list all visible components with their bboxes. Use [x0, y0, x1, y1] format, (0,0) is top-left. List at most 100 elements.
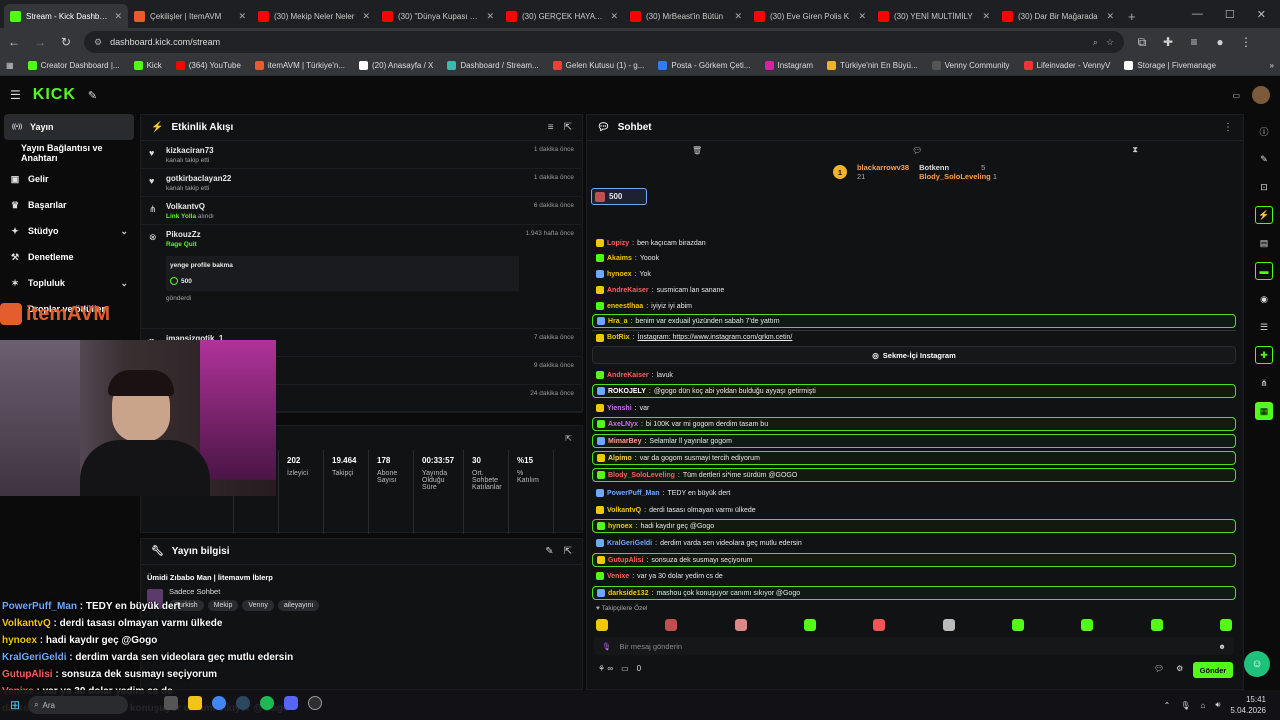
- tab-close-icon[interactable]: ✕: [982, 11, 990, 22]
- activity-event-user[interactable]: VolkantvQ: [166, 202, 527, 211]
- browser-tab[interactable]: (30) YENİ MULTİMİLY ✕: [872, 4, 996, 28]
- browser-tab[interactable]: Çekilişler | ItemAVM ✕: [128, 4, 252, 28]
- spotify-app-icon[interactable]: [260, 696, 274, 710]
- volume-icon[interactable]: 🔊︎: [1215, 700, 1220, 710]
- stream-tag[interactable]: Mekip: [207, 600, 239, 611]
- chat-menu-icon[interactable]: ⋮: [1223, 122, 1233, 133]
- activity-event-user[interactable]: PikouzZz: [166, 230, 519, 239]
- bookmark-item[interactable]: itemAVM | Türkiye'n...: [254, 61, 345, 70]
- popout-icon[interactable]: ⇱: [565, 434, 572, 443]
- trash-icon[interactable]: 🗑︎: [692, 146, 702, 155]
- chat-username[interactable]: AndreKaiser: [607, 372, 649, 379]
- emoji-icon[interactable]: ☻: [1218, 642, 1226, 651]
- chat-username[interactable]: PowerPuff_Man: [607, 490, 660, 497]
- popout-icon[interactable]: ⇱: [564, 546, 572, 557]
- info-icon[interactable]: ⓘ: [1255, 122, 1273, 140]
- chat-input[interactable]: 🎙︎ Bir mesaj gönderin ☻: [594, 637, 1234, 655]
- bookmark-item[interactable]: Türkiye'nin En Büyü...: [827, 61, 918, 70]
- tab-close-icon[interactable]: ✕: [114, 11, 122, 22]
- activity-event-user[interactable]: kizkaciran73: [166, 146, 527, 155]
- broadcast-icon[interactable]: ◉: [1255, 290, 1273, 308]
- chat-username[interactable]: GutupAlisi: [608, 557, 643, 564]
- browser-tab[interactable]: (30) Dar Bir Mağarada ✕: [996, 4, 1120, 28]
- tab-close-icon[interactable]: ✕: [610, 11, 618, 22]
- document-icon[interactable]: ▤: [1255, 234, 1273, 252]
- emote-icon[interactable]: [734, 619, 747, 631]
- reload-icon[interactable]: ↻: [58, 35, 74, 49]
- apps-grid-icon[interactable]: ▦: [6, 61, 14, 70]
- explorer-app-icon[interactable]: [188, 696, 202, 710]
- microphone-icon[interactable]: 🎙︎: [602, 642, 612, 651]
- user-avatar[interactable]: [1252, 86, 1270, 104]
- lightning-icon[interactable]: ⚡: [1255, 206, 1273, 224]
- chat-username[interactable]: eneestlhaa: [607, 303, 643, 310]
- points-icon[interactable]: ▭: [621, 664, 629, 673]
- sidebar-item[interactable]: Yayın Bağlantısı ve Anahtarı: [0, 140, 138, 166]
- browser-tab[interactable]: (30) GERÇEK HAYATTA ✕: [500, 4, 624, 28]
- support-chat-icon[interactable]: ☺: [1244, 651, 1270, 677]
- bookmark-item[interactable]: Gelen Kutusu (1) - g...: [552, 61, 644, 70]
- tab-close-icon[interactable]: ✕: [858, 11, 866, 22]
- popout-icon[interactable]: ⇱: [564, 122, 572, 133]
- zoom-icon[interactable]: ⌕: [1093, 37, 1098, 48]
- chat-username[interactable]: Akaims: [607, 255, 632, 262]
- steam-app-icon[interactable]: [236, 696, 250, 710]
- stream-tag[interactable]: Venny: [242, 600, 274, 611]
- chat-username[interactable]: KralGeriGeldi: [607, 540, 652, 547]
- taskbar-search[interactable]: ⌕ Ara: [28, 696, 129, 714]
- bookmark-item[interactable]: (20) Anasayfa / X: [359, 61, 433, 70]
- settings-gear-icon[interactable]: ⚙: [1176, 664, 1183, 673]
- chat-icon[interactable]: ▬: [1255, 262, 1273, 280]
- chat-username[interactable]: MimarBey: [608, 438, 641, 445]
- chat-username[interactable]: AxeLNyx: [608, 421, 638, 428]
- browser-tab[interactable]: (30) Mekip Neler Neler ✕: [252, 4, 376, 28]
- chrome-app-icon[interactable]: [212, 696, 226, 710]
- leaderboard-third-name[interactable]: Blody_SoloLeveling: [919, 172, 991, 181]
- sidebar-item[interactable]: ✶ Topluluk ⌄: [0, 270, 138, 296]
- emote-icon[interactable]: [596, 619, 608, 631]
- maximize-icon[interactable]: ☐: [1225, 8, 1235, 21]
- bookmark-item[interactable]: (364) YouTube: [175, 61, 241, 70]
- chat-username[interactable]: BotRix: [607, 334, 630, 341]
- camera-icon[interactable]: ⊡: [1255, 178, 1273, 196]
- bookmark-item[interactable]: Storage | Fivemanage: [1124, 61, 1216, 70]
- mic-tray-icon[interactable]: 🎙︎: [1180, 701, 1190, 710]
- tab-close-icon[interactable]: ✕: [238, 11, 246, 22]
- pin-icon[interactable]: ✎: [88, 89, 97, 102]
- stream-preview-icon[interactable]: ▭: [1232, 91, 1240, 100]
- leaderboard-second-name[interactable]: Botkenn: [919, 163, 949, 172]
- address-bar[interactable]: ⚙ dashboard.kick.com/stream ⌕ ☆: [84, 31, 1124, 53]
- chat-mode-icon[interactable]: 💬︎: [912, 146, 922, 155]
- bookmark-item[interactable]: Posta - Görkem Çeti...: [658, 61, 751, 70]
- bookmarks-overflow-icon[interactable]: »: [1270, 61, 1274, 70]
- browser-tab[interactable]: (30) "Dünya Kupası Tab ✕: [376, 4, 500, 28]
- stream-tag[interactable]: aileyayını: [277, 600, 320, 611]
- emote-icon[interactable]: [1150, 619, 1163, 631]
- forward-icon[interactable]: →: [32, 35, 48, 49]
- url-text[interactable]: dashboard.kick.com/stream: [110, 37, 1085, 47]
- site-info-icon[interactable]: ⚙: [94, 37, 102, 48]
- tab-close-icon[interactable]: ✕: [1106, 11, 1114, 22]
- tray-chevron-icon[interactable]: ⌃: [1164, 701, 1171, 710]
- profile-icon[interactable]: ●: [1212, 35, 1228, 49]
- network-icon[interactable]: ⌂: [1201, 701, 1206, 710]
- chat-username[interactable]: ROKOJELY: [608, 388, 646, 395]
- bookmark-item[interactable]: Lifeinvader - VennyV: [1023, 61, 1110, 70]
- emote-icon[interactable]: [1219, 619, 1232, 631]
- share-icon[interactable]: ⋔: [1255, 374, 1273, 392]
- chat-username[interactable]: VolkantvQ: [607, 507, 641, 514]
- emote-icon[interactable]: [665, 619, 678, 631]
- new-tab-icon[interactable]: +: [1120, 4, 1144, 28]
- stack-icon[interactable]: ☰: [1255, 318, 1273, 336]
- bookmark-item[interactable]: Dashboard / Stream...: [447, 61, 539, 70]
- chat-bubble-icon[interactable]: 💬︎: [1154, 664, 1164, 673]
- chat-username[interactable]: AndreKaiser: [607, 287, 649, 294]
- sidebar-item[interactable]: ▣ Gelir: [0, 166, 138, 192]
- bookmark-item[interactable]: Venny Community: [931, 61, 1010, 70]
- bookmark-star-icon[interactable]: ☆: [1106, 37, 1114, 48]
- chat-username[interactable]: hynoex: [607, 271, 632, 278]
- send-button[interactable]: Gönder: [1193, 662, 1233, 678]
- chat-username[interactable]: Hra_a: [608, 318, 627, 325]
- extensions-puzzle-icon[interactable]: ✚: [1160, 35, 1176, 49]
- tab-close-icon[interactable]: ✕: [362, 11, 370, 22]
